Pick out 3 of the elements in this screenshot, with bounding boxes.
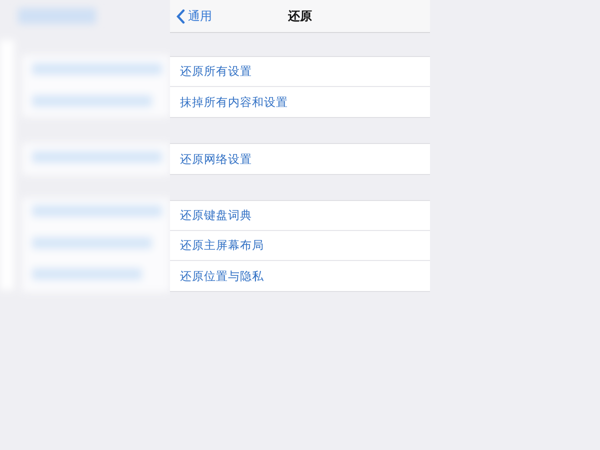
- screen-title: 还原: [288, 8, 312, 24]
- back-button[interactable]: 通用: [170, 8, 212, 24]
- chevron-left-icon: [176, 8, 185, 24]
